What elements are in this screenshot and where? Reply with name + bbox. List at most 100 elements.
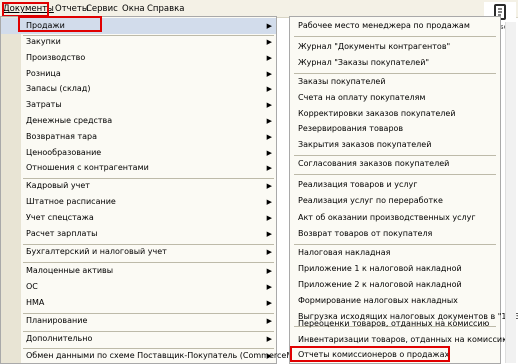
menu-item-purchases[interactable]: Закупки ▶ [1,34,276,50]
menu-item-pricing[interactable]: Ценообразование ▶ [1,145,276,161]
menu-separator [294,36,496,37]
menu-item-payroll[interactable]: Расчет зарплаты ▶ [1,226,276,242]
menu-item-retail[interactable]: Розница ▶ [1,66,276,82]
submenu-item-processing-services-sales[interactable]: Реализация услуг по переработке [290,193,500,209]
menu-item-staffing[interactable]: Штатное расписание ▶ [1,194,276,210]
submenu-arrow-icon: ▶ [266,22,272,30]
submenu-item-label: Заказы покупателей [298,77,386,86]
menu-item-label: Дополнительно [26,334,93,343]
submenu-item-tax-invoice[interactable]: Налоговая накладная [290,245,500,261]
submenu-item-customer-invoices[interactable]: Счета на оплату покупателям [290,90,500,106]
menu-item-low-value-assets[interactable]: Малоценные активы ▶ [1,263,276,279]
menu-windows[interactable]: Окна [120,3,147,15]
submenu-arrow-icon: ▶ [266,149,272,157]
menu-item-label: Запасы (склад) [26,84,91,93]
submenu-arrow-icon: ▶ [266,267,272,275]
submenu-arrow-icon: ▶ [266,101,272,109]
menu-separator [294,174,496,175]
menu-item-costs[interactable]: Затраты ▶ [1,97,276,113]
menu-item-cash[interactable]: Денежные средства ▶ [1,113,276,129]
menu-item-label: Розница [26,69,61,78]
submenu-item-label: Реализация товаров и услуг [298,180,418,189]
menu-item-returnable-containers[interactable]: Возвратная тара ▶ [1,129,276,145]
scrollbar[interactable] [505,22,516,363]
submenu-item-label: Закрытия заказов покупателей [298,140,432,149]
submenu-item-customer-orders[interactable]: Заказы покупателей [290,74,500,90]
menu-item-label: Возвратная тара [26,132,98,141]
submenu-item-order-closures[interactable]: Закрытия заказов покупателей [290,137,500,153]
menu-item-label: Отношения с контрагентами [26,163,149,172]
submenu-arrow-icon: ▶ [266,335,272,343]
submenu-arrow-icon: ▶ [266,164,272,172]
submenu-item-tax-invoice-appendix-2[interactable]: Приложение 2 к налоговой накладной [290,277,500,293]
menu-item-label: Бухгалтерский и налоговый учет [26,247,167,256]
submenu-arrow-icon: ▶ [266,182,272,190]
menu-service[interactable]: Сервис [84,3,120,15]
submenu-arrow-icon: ▶ [266,198,272,206]
submenu-item-label: Формирование налоговых накладных [298,296,458,305]
highlight-menu-documents [2,2,49,17]
submenu-arrow-icon: ▶ [266,38,272,46]
menu-item-label: Малоценные активы [26,266,114,275]
submenu-item-label: Корректировки заказов покупателей [298,109,456,118]
menu-item-hr[interactable]: Кадровый учет ▶ [1,178,276,194]
menu-item-label: Обмен данными по схеме Поставщик-Покупат… [26,351,301,360]
submenu-arrow-icon: ▶ [266,283,272,291]
menu-item-commerceml-exchange[interactable]: Обмен данными по схеме Поставщик-Покупат… [1,348,301,364]
submenu-item-journal-customer-orders[interactable]: Журнал "Заказы покупателей" [290,55,500,71]
submenu-arrow-icon: ▶ [266,317,272,325]
menu-item-label: Закупки [26,37,61,46]
menu-item-label: Ценообразование [26,148,102,157]
submenu-item-label: Приложение 2 к налоговой накладной [298,280,462,289]
menu-item-label: Учет спецстажа [26,213,94,222]
menu-item-label: Штатное расписание [26,197,116,206]
menu-item-stock[interactable]: Запасы (склад) ▶ [1,81,276,97]
submenu-item-label: Рабочее место менеджера по продажам [298,21,470,30]
menu-item-counterparty-relations[interactable]: Отношения с контрагентами ▶ [1,160,276,176]
menu-item-label: Кадровый учет [26,181,90,190]
submenu-item-label: Возврат товаров от покупателя [298,229,433,238]
menu-item-planning[interactable]: Планирование ▶ [1,313,276,329]
submenu-arrow-icon: ▶ [266,214,272,222]
sales-submenu: Рабочее место менеджера по продажам Журн… [289,16,518,364]
documents-menu: Продажи ▶ Закупки ▶ Производство ▶ Розни… [0,16,301,364]
menu-item-production[interactable]: Производство ▶ [1,50,276,66]
submenu-item-label: Счета на оплату покупателям [298,93,426,102]
submenu-item-label: Журнал "Заказы покупателей" [298,58,430,67]
submenu-item-label: Акт об оказании производственных услуг [298,213,476,222]
submenu-arrow-icon: ▶ [266,70,272,78]
submenu-arrow-icon: ▶ [266,133,272,141]
highlight-submenu-commission-agent-reports [290,346,450,362]
submenu-item-journal-counterparty-docs[interactable]: Журнал "Документы контрагентов" [290,39,500,55]
menu-item-label: ОС [26,282,38,291]
menu-item-additional[interactable]: Дополнительно ▶ [1,331,276,347]
menu-help[interactable]: Справка [145,3,186,15]
submenu-item-order-adjustments[interactable]: Корректировки заказов покупателей [290,106,500,122]
menu-item-special-seniority[interactable]: Учет спецстажа ▶ [1,210,276,226]
menu-item-intangible-assets[interactable]: НМА ▶ [1,295,276,311]
submenu-item-customer-returns[interactable]: Возврат товаров от покупателя [290,226,500,242]
submenu-item-tax-invoice-appendix-1[interactable]: Приложение 1 к налоговой накладной [290,261,500,277]
menu-item-fixed-assets[interactable]: ОС ▶ [1,279,276,295]
menu-item-label: Расчет зарплаты [26,229,98,238]
menu-item-label: Денежные средства [26,116,113,125]
submenu-item-sales-manager-workplace[interactable]: Рабочее место менеджера по продажам [290,18,500,34]
submenu-item-order-approvals[interactable]: Согласования заказов покупателей [290,156,500,172]
submenu-arrow-icon: ▶ [266,54,272,62]
submenu-item-label: Переоценки товаров, отданных на комиссию [298,319,490,328]
menu-item-label: Планирование [26,316,88,325]
submenu-item-label: Реализация услуг по переработке [298,196,443,205]
submenu-item-production-services-act[interactable]: Акт об оказании производственных услуг [290,210,500,226]
submenu-arrow-icon: ▶ [266,352,272,360]
submenu-item-label: Журнал "Документы контрагентов" [298,42,451,51]
submenu-item-label: Налоговая накладная [298,248,391,257]
submenu-item-goods-reservations[interactable]: Резервирования товаров [290,121,500,137]
submenu-item-goods-services-sales[interactable]: Реализация товаров и услуг [290,177,500,193]
menu-item-label: НМА [26,298,45,307]
submenu-item-label: Согласования заказов покупателей [298,159,450,168]
submenu-item-consignment-revaluations[interactable]: Переоценки товаров, отданных на комиссию [290,316,500,332]
menu-item-accounting[interactable]: Бухгалтерский и налоговый учет ▶ [1,244,276,260]
submenu-arrow-icon: ▶ [266,85,272,93]
submenu-arrow-icon: ▶ [266,248,272,256]
submenu-item-tax-invoice-generation[interactable]: Формирование налоговых накладных [290,293,500,309]
